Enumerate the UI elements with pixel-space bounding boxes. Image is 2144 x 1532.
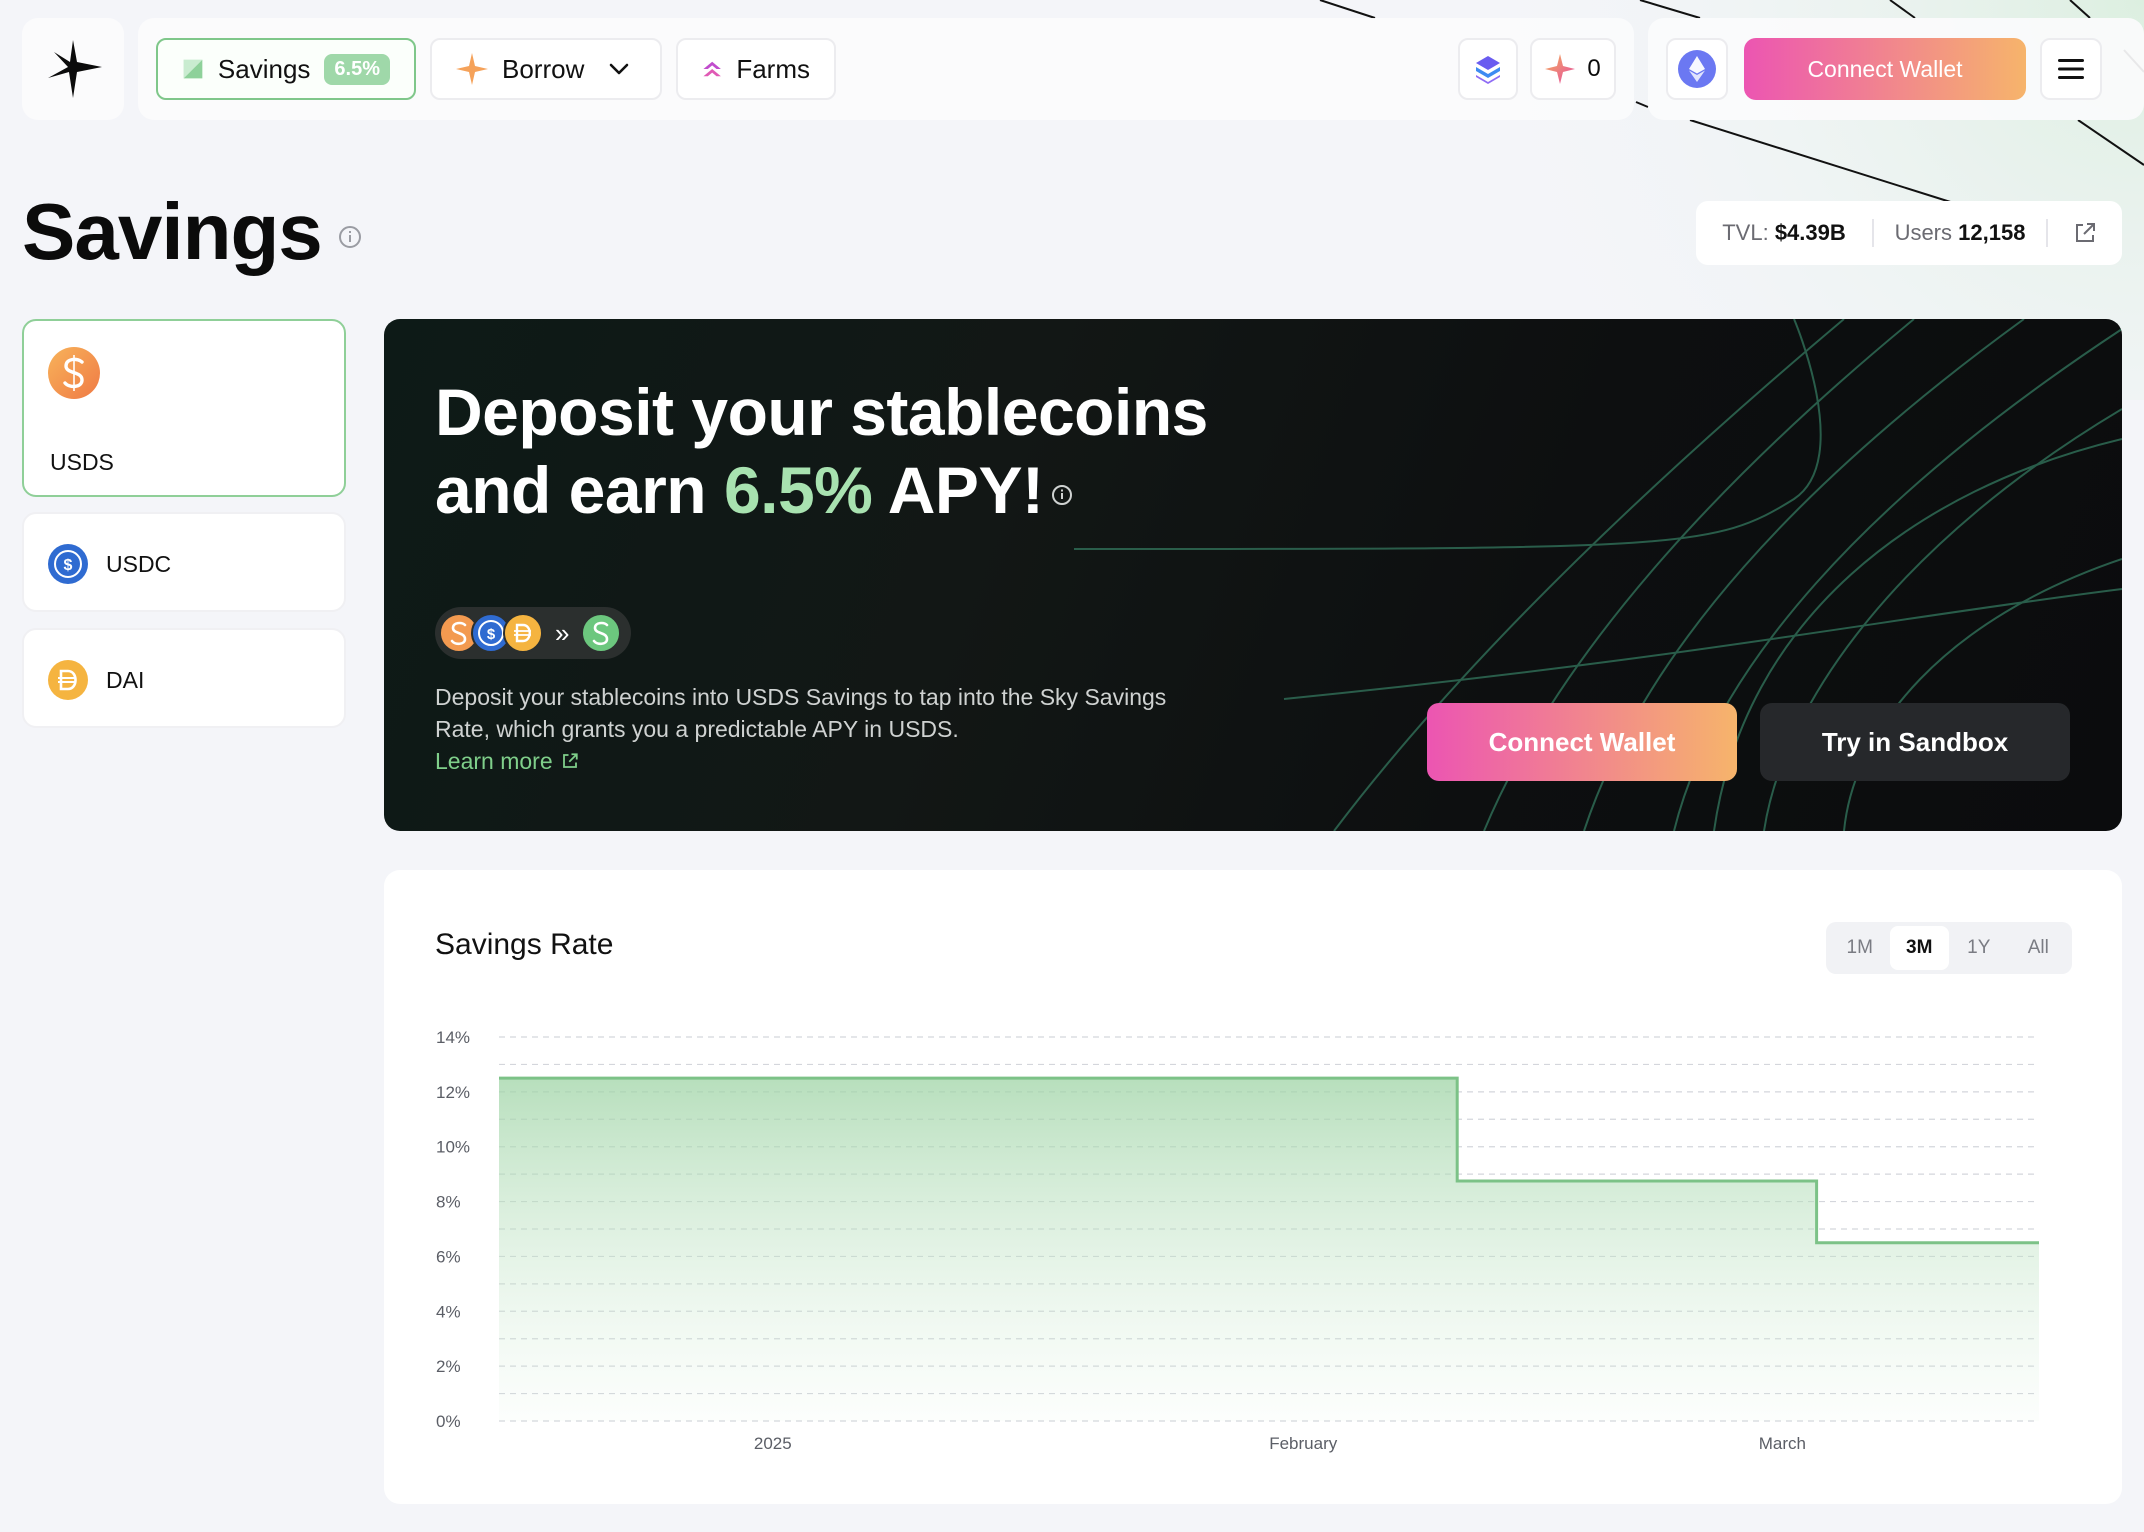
series-area (499, 1078, 2039, 1421)
usds-icon (48, 347, 100, 399)
tvl-stat: TVL: $4.39B (1696, 220, 1872, 246)
hero-banner: Deposit your stablecoins and earn 6.5% A… (384, 319, 2122, 831)
hero-headline-suffix: APY! (872, 453, 1044, 527)
users-value: 12,158 (1958, 220, 2026, 245)
tvl-label: TVL: (1722, 220, 1769, 245)
y-tick-label: 12% (436, 1083, 470, 1102)
hero-description-text: Deposit your stablecoins into USDS Savin… (435, 684, 1167, 742)
y-tick-label: 8% (436, 1193, 461, 1212)
users-label: Users (1894, 220, 1953, 245)
dai-icon (503, 613, 543, 653)
tvl-value: $4.39B (1774, 220, 1846, 245)
dai-icon (48, 660, 88, 700)
apy-badge: 6.5% (324, 53, 390, 85)
info-icon[interactable] (1051, 484, 1073, 506)
network-selector[interactable] (1666, 38, 1728, 100)
connect-wallet-button[interactable]: Connect Wallet (1744, 38, 2026, 100)
usdc-icon: $ (48, 544, 88, 584)
token-symbol: USDS (50, 449, 114, 475)
token-option-usdc[interactable]: $ USDC (22, 512, 346, 612)
try-sandbox-button[interactable]: Try in Sandbox (1760, 703, 2070, 781)
savings-rate-chart: 0% 2% 4% 6% 8% 10% 12% 14% 2025 February March (436, 1028, 2039, 1453)
hero-headline-line2: and earn 6.5% APY! (435, 451, 1335, 529)
ethereum-icon (1678, 50, 1716, 88)
nav-savings[interactable]: Savings 6.5% (156, 38, 416, 100)
hero-apy-value: 6.5% (723, 453, 873, 527)
hero-headline-line1: Deposit your stablecoins (435, 375, 1208, 449)
hero-headline-prefix: and earn (435, 453, 724, 527)
learn-more-label: Learn more (435, 748, 553, 774)
y-tick-label: 14% (436, 1028, 470, 1047)
users-stat: Users 12,158 (1874, 220, 2046, 246)
y-tick-label: 10% (436, 1138, 470, 1157)
logo-button[interactable] (22, 18, 124, 120)
nav-savings-label: Savings (217, 53, 311, 84)
learn-more-link[interactable]: Learn more (435, 745, 579, 777)
usds-icon (581, 613, 622, 653)
savings-icon (183, 59, 203, 79)
rewards-star-icon (1545, 54, 1576, 84)
token-conversion-flow: $ » (435, 607, 631, 659)
page-title-text: Savings (22, 187, 323, 276)
menu-button[interactable] (2040, 38, 2102, 100)
y-tick-label: 2% (436, 1357, 461, 1376)
sky-ecosystem-button[interactable] (1458, 38, 1518, 100)
external-link-button[interactable] (2048, 221, 2122, 245)
rewards-points-button[interactable]: 0 (1530, 38, 1616, 100)
svg-text:$: $ (64, 557, 73, 574)
stats-summary: TVL: $4.39B Users 12,158 (1696, 201, 2122, 265)
savings-rate-card: Savings Rate 1M 3M 1Y All 0% 2% 4% 6% 8% 10% 1… (384, 870, 2122, 1504)
x-tick-label: February (1269, 1434, 1338, 1453)
y-tick-label: 0% (436, 1412, 461, 1431)
y-tick-label: 6% (436, 1247, 461, 1266)
external-link-icon (562, 753, 578, 768)
token-symbol: DAI (106, 667, 145, 693)
borrow-sparkle-icon (456, 53, 488, 85)
token-symbol: USDC (106, 551, 172, 577)
x-tick-label: 2025 (754, 1434, 792, 1453)
token-option-dai[interactable]: DAI (22, 628, 346, 728)
hamburger-menu-icon (2058, 59, 2084, 79)
nav-borrow-label: Borrow (502, 53, 585, 84)
nav-borrow[interactable]: Borrow (430, 38, 662, 100)
token-option-usds[interactable]: USDS (22, 319, 346, 497)
hero-connect-wallet-button[interactable]: Connect Wallet (1427, 703, 1737, 781)
chevron-down-icon (610, 63, 629, 75)
sky-star-icon (48, 40, 102, 98)
nav-farms[interactable]: Farms (676, 38, 836, 100)
wallet-bar: Connect Wallet (1648, 18, 2144, 120)
main-navigation: Savings 6.5% Borrow Farms 0 (138, 18, 1634, 120)
svg-text:$: $ (487, 626, 496, 643)
y-tick-label: 4% (436, 1302, 461, 1321)
nav-farms-label: Farms (736, 53, 810, 84)
flow-arrow: » (555, 617, 570, 648)
x-tick-label: March (1759, 1434, 1806, 1453)
info-icon[interactable] (338, 225, 362, 249)
points-count: 0 (1587, 55, 1601, 82)
stacked-cube-icon (1476, 56, 1500, 84)
hero-headline: Deposit your stablecoins and earn 6.5% A… (435, 373, 1335, 529)
hero-description: Deposit your stablecoins into USDS Savin… (435, 681, 1195, 777)
farms-icon (703, 61, 721, 77)
external-link-icon (2076, 223, 2095, 242)
page-title: Savings (22, 186, 362, 278)
